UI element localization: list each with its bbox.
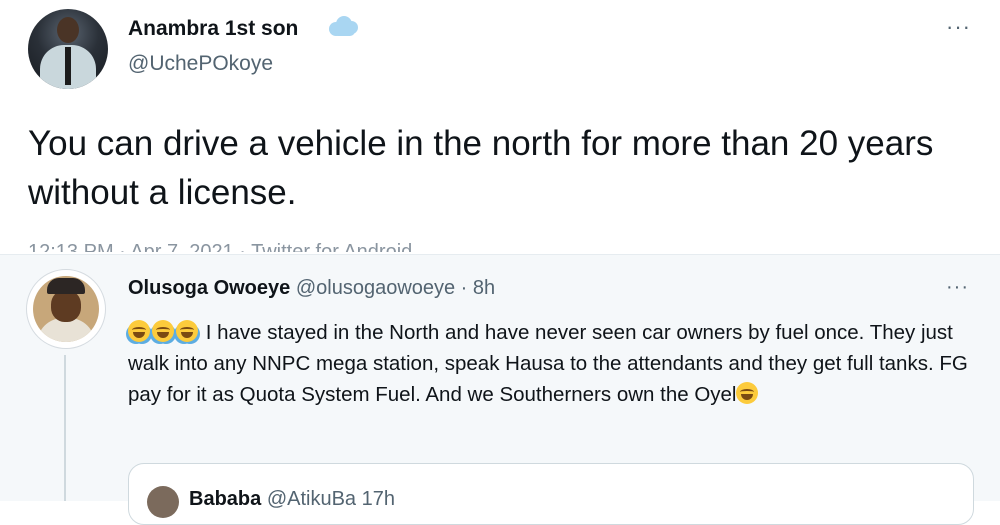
face-with-tears-of-joy-icon [152, 320, 174, 342]
thread-connector-line [64, 355, 66, 501]
author-avatar[interactable] [28, 9, 108, 89]
more-options-icon[interactable]: ··· [946, 277, 969, 297]
reply-text: I have stayed in the North and have neve… [128, 317, 988, 410]
reply-author-avatar[interactable] [26, 269, 106, 349]
author-handle[interactable]: @UchePOkoye [128, 52, 273, 76]
header-separator: · [455, 277, 473, 299]
avatar-photo [33, 276, 99, 342]
avatar-head-shape [57, 17, 79, 43]
avatar-face-shape [51, 290, 81, 322]
reply-author-name[interactable]: Olusoga Owoeye [128, 277, 290, 299]
reply-header: Olusoga Owoeye @olusogaowoeye · 8h [128, 277, 495, 300]
author-name[interactable]: Anambra 1st son [128, 17, 298, 41]
grinning-face-icon [736, 382, 759, 404]
avatar-cap-shape [47, 278, 85, 294]
reply-body-text: I have stayed in the North and have neve… [128, 321, 968, 406]
face-with-tears-of-joy-icon [176, 320, 198, 342]
tweet-timestamp[interactable]: 12:13 PM · Apr 7, 2021 · Twitter for And… [28, 240, 412, 252]
quoted-tweet[interactable]: Bababa @AtikuBa 17h [128, 463, 974, 525]
quoted-author-avatar [147, 486, 179, 518]
quoted-author-handle: @AtikuBa 17h [266, 488, 395, 510]
more-options-icon[interactable]: ··· [946, 16, 971, 38]
face-with-tears-of-joy-icon [128, 320, 150, 342]
tweet-text: You can drive a vehicle in the north for… [28, 124, 934, 212]
cloud-emoji-icon [327, 14, 359, 38]
reply-tweet: Olusoga Owoeye @olusogaowoeye · 8h ··· I… [0, 254, 1000, 525]
avatar-tie-shape [65, 47, 71, 85]
reply-author-handle[interactable]: @olusogaowoeye [296, 277, 455, 299]
quoted-author-name: Bababa [189, 488, 262, 510]
main-tweet: Anambra 1st son @UchePOkoye ··· You can … [0, 0, 1000, 256]
reply-time[interactable]: 8h [473, 277, 495, 299]
